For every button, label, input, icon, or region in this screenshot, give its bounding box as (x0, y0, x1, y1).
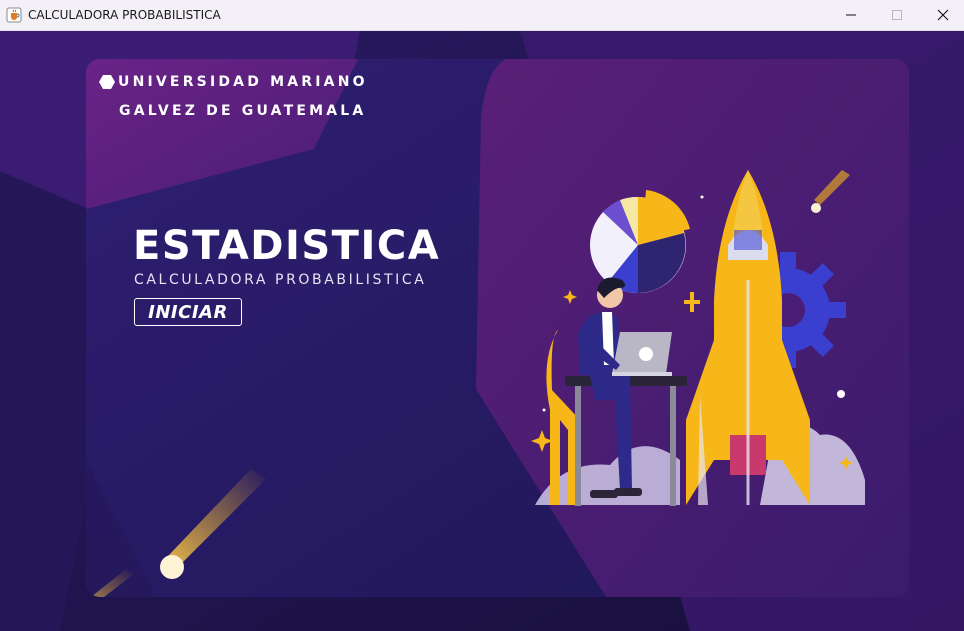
maximize-icon (892, 10, 902, 20)
close-button[interactable] (920, 0, 964, 30)
star-dot (837, 390, 845, 398)
window-title: CALCULADORA PROBABILISTICA (28, 8, 221, 22)
minimize-button[interactable] (828, 0, 874, 30)
title-bar: CALCULADORA PROBABILISTICA (0, 0, 964, 31)
application-window: CALCULADORA PROBABILISTICA UNIVERSIDAD M… (0, 0, 964, 631)
page-subtitle: CALCULADORA PROBABILISTICA (134, 272, 427, 288)
meteor-icon (811, 170, 850, 213)
start-button[interactable]: INICIAR (134, 298, 242, 326)
university-name-line2: GALVEZ DE GUATEMALA (119, 103, 367, 119)
hexagon-logo-icon (99, 75, 115, 89)
minimize-icon (846, 14, 856, 16)
university-name-line1: UNIVERSIDAD MARIANO (118, 74, 368, 90)
maximize-button[interactable] (874, 0, 920, 30)
java-cup-icon (6, 7, 22, 23)
star-dot (700, 195, 704, 199)
page-title: ESTADISTICA (133, 223, 441, 269)
hero-illustration (531, 170, 865, 506)
star-dot (542, 408, 546, 412)
close-icon (937, 9, 949, 21)
pie-chart-icon (590, 190, 690, 293)
